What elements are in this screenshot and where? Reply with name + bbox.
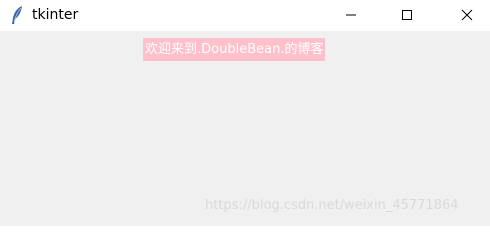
title-bar[interactable]: tkinter — [0, 0, 490, 31]
maximize-icon — [401, 6, 413, 25]
close-button[interactable] — [444, 0, 490, 31]
window-title: tkinter — [32, 7, 79, 23]
tkinter-window: tkinter 欢迎来到.DoubleBean.的博客 https://blog… — [0, 0, 490, 226]
minimize-button[interactable] — [328, 0, 374, 31]
maximize-button[interactable] — [384, 0, 430, 31]
minimize-icon — [345, 6, 357, 25]
feather-icon — [9, 5, 25, 25]
close-icon — [461, 6, 473, 25]
watermark-url: https://blog.csdn.net/weixin_45771864 — [205, 198, 459, 213]
welcome-label: 欢迎来到.DoubleBean.的博客 — [143, 38, 326, 61]
